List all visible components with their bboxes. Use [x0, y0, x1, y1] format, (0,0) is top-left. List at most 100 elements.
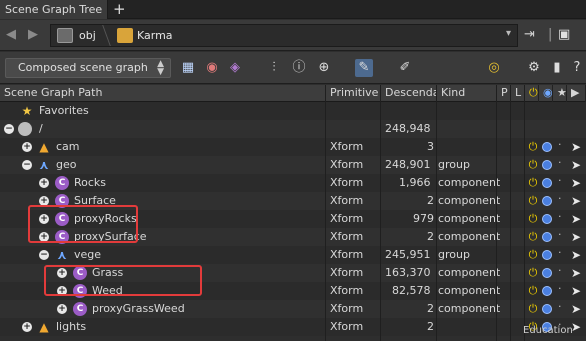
active-toggle-icon[interactable] [542, 196, 552, 206]
active-toggle-icon[interactable] [542, 142, 552, 152]
tree-row-proxygrassweed[interactable]: + C proxyGrassWeed Xform 2 component [0, 300, 586, 318]
active-toggle-icon[interactable] [542, 268, 552, 278]
star-toggle-icon[interactable]: · [558, 282, 564, 295]
tree-row-lights[interactable]: + ▲ lights Xform 2 [0, 318, 586, 336]
selectable-toggle-icon[interactable]: ➤ [571, 248, 581, 262]
active-toggle-icon[interactable] [542, 232, 552, 242]
visibility-toggle-icon[interactable]: ⏻ [527, 141, 539, 153]
column-descendants[interactable]: Descenda [381, 85, 437, 102]
link-selection-icon[interactable]: ✎ [355, 59, 373, 77]
row-primitive: Xform [330, 266, 364, 279]
expand-icon[interactable]: + [39, 178, 49, 188]
star-toggle-icon[interactable]: · [558, 246, 564, 259]
visibility-toggle-icon[interactable]: ⏻ [527, 249, 539, 261]
column-l[interactable]: L [511, 85, 525, 102]
active-toggle-icon[interactable] [542, 214, 552, 224]
info-icon[interactable]: ⓘ [290, 59, 308, 77]
visibility-toggle-icon[interactable]: ⏻ [527, 231, 539, 243]
camera-icon: ▲ [39, 140, 49, 154]
selectable-toggle-icon[interactable]: ➤ [571, 302, 581, 316]
help-icon[interactable]: ? [568, 59, 586, 77]
column-divider [325, 85, 326, 341]
back-arrow-icon[interactable]: ◀ [6, 27, 16, 42]
edit-icon[interactable]: ✐ [396, 59, 414, 77]
lock-icon[interactable]: ▮ [548, 59, 566, 77]
selectable-toggle-icon[interactable]: ➤ [571, 158, 581, 172]
tab-scene-graph-tree[interactable]: Scene Graph Tree [0, 0, 108, 19]
pin-icon[interactable]: ⇥ [524, 27, 535, 42]
expand-icon[interactable]: + [22, 322, 32, 332]
selectable-toggle-icon[interactable]: ➤ [571, 284, 581, 298]
active-toggle-icon[interactable] [542, 250, 552, 260]
tree-row-favorites[interactable]: ★ Favorites [0, 102, 586, 120]
collapse-icon[interactable]: − [39, 250, 49, 260]
visibility-toggle-icon[interactable]: ⏻ [527, 267, 539, 279]
visibility-toggle-icon[interactable]: ⏻ [527, 213, 539, 225]
visibility-toggle-icon[interactable]: ⏻ [527, 195, 539, 207]
star-toggle-icon[interactable]: · [558, 138, 564, 151]
row-descendants: 245,951 [385, 248, 431, 261]
visibility-toggle-icon[interactable]: ⏻ [527, 303, 539, 315]
column-visibility-icon[interactable]: ⏻ [525, 85, 539, 102]
material-filter-icon[interactable]: ◉ [203, 59, 221, 77]
row-descendants: 2 [427, 230, 434, 243]
tree-row-geo[interactable]: − ⋏ geo Xform 248,901 group [0, 156, 586, 174]
active-toggle-icon[interactable] [542, 286, 552, 296]
target-icon[interactable]: ◎ [485, 59, 503, 77]
column-primitive[interactable]: Primitive [326, 85, 381, 102]
active-toggle-icon[interactable] [542, 178, 552, 188]
column-active-icon[interactable]: ◉ [539, 85, 553, 102]
search-add-icon[interactable]: ⊕ [315, 59, 333, 77]
row-kind: component [438, 212, 501, 225]
expand-icon[interactable]: + [22, 142, 32, 152]
add-tab-button[interactable]: + [113, 0, 126, 18]
path-dropdown-icon[interactable]: ▾ [506, 28, 511, 39]
tree-row-root[interactable]: − / 248,948 [0, 120, 586, 138]
column-scene-graph-path[interactable]: Scene Graph Path [0, 85, 326, 102]
options-sliders-icon[interactable]: ⫶ [265, 59, 283, 77]
selectable-toggle-icon[interactable]: ➤ [571, 266, 581, 280]
active-toggle-icon[interactable] [542, 160, 552, 170]
network-path[interactable]: obj Karma ▾ [50, 24, 518, 47]
collapse-icon[interactable]: − [22, 160, 32, 170]
selectable-toggle-icon[interactable]: ➤ [571, 212, 581, 226]
row-name: Favorites [39, 104, 89, 117]
visibility-toggle-icon[interactable]: ⏻ [527, 159, 539, 171]
star-toggle-icon[interactable]: · [558, 228, 564, 241]
tree-row-vege[interactable]: − ⋏ vege Xform 245,951 group [0, 246, 586, 264]
star-toggle-icon[interactable]: · [558, 156, 564, 169]
active-toggle-icon[interactable] [542, 304, 552, 314]
selectable-toggle-icon[interactable]: ➤ [571, 140, 581, 154]
star-toggle-icon[interactable]: · [558, 174, 564, 187]
forward-arrow-icon[interactable]: ▶ [28, 27, 38, 42]
expand-icon[interactable]: + [57, 304, 67, 314]
column-select-icon[interactable]: ▶ [567, 85, 586, 102]
gear-icon[interactable]: ⚙ [525, 59, 543, 77]
row-primitive: Xform [330, 158, 364, 171]
column-p[interactable]: P [497, 85, 511, 102]
path-separator [95, 25, 111, 46]
column-star-icon[interactable]: ★ [553, 85, 567, 102]
star-toggle-icon[interactable]: · [558, 300, 564, 313]
link-panel-icon[interactable]: ▣ [558, 27, 570, 42]
scene-graph-mode-select[interactable]: Composed scene graph ▲ ▼ [5, 58, 171, 78]
primitive-filter-icon[interactable]: ▦ [179, 59, 197, 77]
column-kind[interactable]: Kind [437, 85, 497, 102]
path-segment-obj[interactable]: obj [79, 25, 96, 46]
star-toggle-icon[interactable]: · [558, 210, 564, 223]
collapse-icon[interactable]: − [4, 124, 14, 134]
selectable-toggle-icon[interactable]: ➤ [571, 230, 581, 244]
tree-row-cam[interactable]: + ▲ cam Xform 3 [0, 138, 586, 156]
visibility-toggle-icon[interactable]: ⏻ [527, 285, 539, 297]
star-toggle-icon[interactable]: · [558, 264, 564, 277]
tree-row-rocks[interactable]: + C Rocks Xform 1,966 component [0, 174, 586, 192]
path-bar: ◀ ▶ obj Karma ▾ ⇥ | ▣ [0, 20, 586, 51]
selectable-toggle-icon[interactable]: ➤ [571, 194, 581, 208]
row-name: cam [56, 140, 80, 153]
row-kind: group [438, 158, 470, 171]
visibility-toggle-icon[interactable]: ⏻ [527, 177, 539, 189]
path-segment-karma[interactable]: Karma [137, 25, 173, 46]
mask-filter-icon[interactable]: ◈ [226, 59, 244, 77]
star-toggle-icon[interactable]: · [558, 192, 564, 205]
selectable-toggle-icon[interactable]: ➤ [571, 176, 581, 190]
